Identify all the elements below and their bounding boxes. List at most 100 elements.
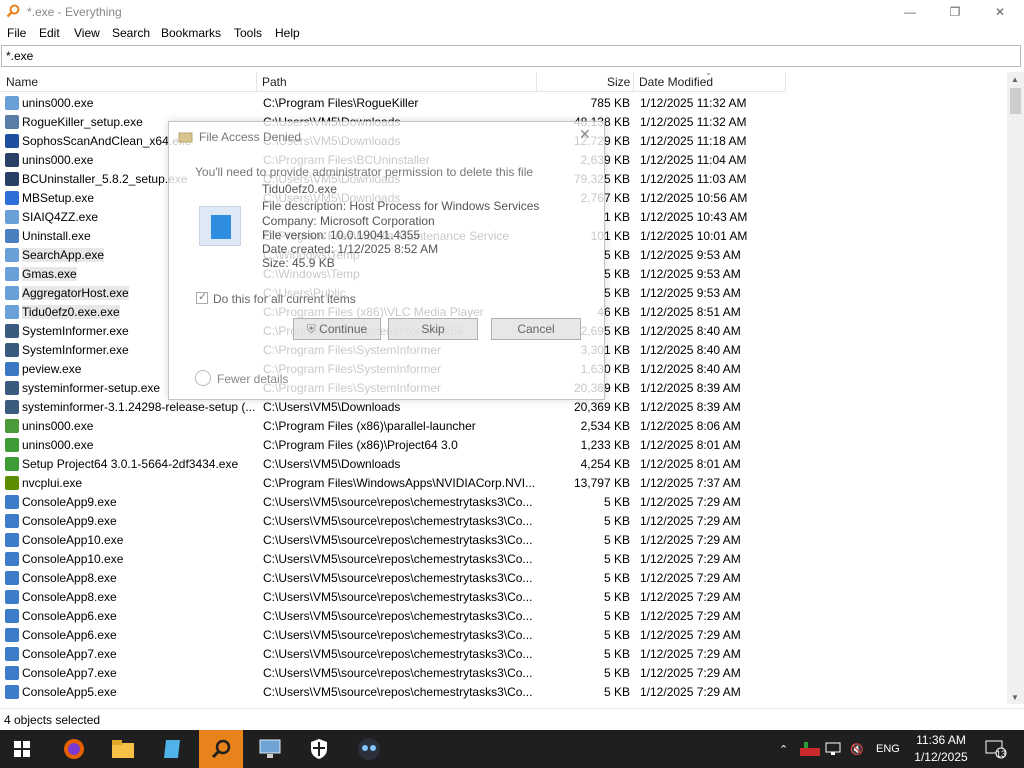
file-name-cell: Setup Project64 3.0.1-5664-2df3434.exe (22, 457, 256, 471)
title-bar: *.exe - Everything — ❐ ✕ (0, 0, 1024, 24)
file-name: unins000.exe (22, 438, 94, 452)
taskbar: ⌃ 🔇 ENG 11:36 AM 1/12/2025 13 (0, 730, 1024, 768)
file-path-cell: C:\Users\VM5\source\repos\chemestrytasks… (263, 666, 533, 680)
table-row[interactable]: ConsoleApp7.exe C:\Users\VM5\source\repos… (0, 645, 1007, 664)
file-explorer-icon[interactable] (101, 730, 145, 768)
table-row[interactable]: ConsoleApp7.exe C:\Users\VM5\source\repos… (0, 664, 1007, 683)
column-divider[interactable] (785, 72, 786, 92)
owl-app-icon[interactable] (347, 730, 391, 768)
menu-view[interactable]: View (74, 26, 100, 40)
date-modified-cell: 1/12/2025 10:43 AM (640, 210, 748, 224)
generic-exe-icon (5, 286, 19, 300)
console-app-icon (5, 590, 19, 604)
file-path-cell: C:\Users\VM5\source\repos\chemestrytasks… (263, 495, 533, 509)
clock[interactable]: 11:36 AM 1/12/2025 (906, 732, 976, 766)
column-divider[interactable] (633, 72, 634, 92)
firefox-icon[interactable] (52, 730, 96, 768)
column-date-header[interactable]: Date Modified (639, 75, 713, 89)
date-modified-cell: 1/12/2025 7:29 AM (640, 552, 741, 566)
date-modified-cell: 1/12/2025 7:29 AM (640, 571, 741, 585)
generic-exe-icon (5, 305, 19, 319)
table-row[interactable]: ConsoleApp10.exe C:\Users\VM5\source\repo… (0, 550, 1007, 569)
everything-search-icon[interactable] (199, 730, 243, 768)
table-row[interactable]: unins000.exe C:\Program Files (x86)\paral… (0, 417, 1007, 436)
skip-button[interactable]: Skip (388, 318, 478, 340)
date-modified-cell: 1/12/2025 7:29 AM (640, 628, 741, 642)
menu-edit[interactable]: Edit (39, 26, 60, 40)
date-modified-cell: 1/12/2025 11:32 AM (640, 115, 747, 129)
table-row[interactable]: ConsoleApp9.exe C:\Users\VM5\source\repos… (0, 493, 1007, 512)
file-path-cell: C:\Program Files\RogueKiller (263, 96, 419, 110)
table-row[interactable]: ConsoleApp9.exe C:\Users\VM5\source\repos… (0, 512, 1007, 531)
volume-muted-icon[interactable]: 🔇 (850, 730, 864, 768)
search-input[interactable] (1, 45, 1021, 67)
column-divider[interactable] (256, 72, 257, 92)
scrollbar-thumb[interactable] (1010, 88, 1021, 114)
date-modified-cell: 1/12/2025 7:29 AM (640, 647, 741, 661)
date-modified-cell: 1/12/2025 7:29 AM (640, 609, 741, 623)
close-button[interactable]: ✕ (977, 0, 1023, 24)
menu-help[interactable]: Help (275, 26, 300, 40)
table-row[interactable]: ConsoleApp10.exe C:\Users\VM5\source\repo… (0, 531, 1007, 550)
file-size-cell: 5 KB (603, 628, 630, 642)
file-name: systeminformer-setup.exe (22, 381, 161, 395)
table-row[interactable]: ConsoleApp6.exe C:\Users\VM5\source\repos… (0, 626, 1007, 645)
windows-start-icon[interactable] (0, 730, 44, 768)
continue-button[interactable]: ⛨ Continue (293, 318, 381, 340)
shield-icon: ⛨ (306, 322, 316, 336)
chevron-up-icon[interactable] (195, 370, 211, 386)
table-row[interactable]: ConsoleApp8.exe C:\Users\VM5\source\repos… (0, 588, 1007, 607)
date-modified-cell: 1/12/2025 8:01 AM (640, 438, 741, 452)
dialog-close-icon[interactable]: ✕ (579, 126, 591, 143)
date-modified-cell: 1/12/2025 9:53 AM (640, 267, 741, 281)
column-name-header[interactable]: Name (6, 75, 38, 89)
menu-search[interactable]: Search (112, 26, 150, 40)
vertical-scrollbar[interactable]: ▲ ▼ (1007, 72, 1024, 704)
file-path-cell: C:\Users\VM5\Downloads (263, 457, 401, 471)
date-modified-cell: 1/12/2025 11:32 AM (640, 96, 747, 110)
menu-bookmarks[interactable]: Bookmarks (161, 26, 221, 40)
table-row[interactable]: ConsoleApp5.exe C:\Users\VM5\source\repos… (0, 683, 1007, 701)
scroll-down-icon[interactable]: ▼ (1011, 693, 1019, 702)
console-app-icon (5, 666, 19, 680)
table-row[interactable]: systeminformer-3.1.24298-release-setup (… (0, 398, 1007, 417)
file-name: SystemInformer.exe (22, 324, 129, 338)
column-size-header[interactable]: Size (607, 75, 630, 89)
date-modified-cell: 1/12/2025 7:29 AM (640, 514, 741, 528)
cancel-button[interactable]: Cancel (491, 318, 581, 340)
menu-file[interactable]: File (7, 26, 26, 40)
file-size-cell: 5 KB (603, 609, 630, 623)
menu-bar: File Edit View Search Bookmarks Tools He… (0, 24, 1024, 44)
tray-chevron-icon[interactable]: ⌃ (779, 730, 788, 768)
file-name: nvcplui.exe (22, 476, 83, 490)
table-row[interactable]: nvcplui.exe C:\Program Files\WindowsApps\… (0, 474, 1007, 493)
tray-app-icon[interactable] (800, 730, 820, 768)
network-icon[interactable] (825, 730, 841, 768)
table-row[interactable]: unins000.exe C:\Program Files (x86)\Proje… (0, 436, 1007, 455)
file-name: AggregatorHost.exe (22, 286, 129, 300)
network-monitor-icon[interactable] (248, 730, 292, 768)
file-name: ConsoleApp5.exe (22, 685, 117, 699)
notification-center-icon[interactable]: 13 (985, 730, 1007, 768)
minimize-button[interactable]: — (887, 0, 933, 24)
date-modified-cell: 1/12/2025 7:29 AM (640, 685, 741, 699)
column-path-header[interactable]: Path (262, 75, 287, 89)
fewer-details-link[interactable]: Fewer details (217, 372, 288, 386)
date-modified-cell: 1/12/2025 8:40 AM (640, 343, 741, 357)
table-row[interactable]: ConsoleApp8.exe C:\Users\VM5\source\repos… (0, 569, 1007, 588)
column-divider[interactable] (536, 72, 537, 92)
menu-tools[interactable]: Tools (234, 26, 262, 40)
table-row[interactable]: ConsoleApp6.exe C:\Users\VM5\source\repos… (0, 607, 1007, 626)
scroll-up-icon[interactable]: ▲ (1011, 75, 1019, 84)
all-items-checkbox[interactable] (196, 290, 208, 304)
file-path-cell: C:\Program Files (x86)\Project64 3.0 (263, 438, 458, 452)
table-row[interactable]: unins000.exe C:\Program Files\RogueKiller… (0, 94, 1007, 113)
security-shield-icon[interactable] (297, 730, 341, 768)
file-path-cell: C:\Users\VM5\Downloads (263, 400, 401, 414)
table-row[interactable]: Setup Project64 3.0.1-5664-2df3434.exe C:… (0, 455, 1007, 474)
language-indicator[interactable]: ENG (876, 730, 900, 768)
maximize-button[interactable]: ❐ (932, 0, 978, 24)
notepad-icon[interactable] (150, 730, 194, 768)
generic-exe-icon (5, 267, 19, 281)
file-name: Uninstall.exe (22, 229, 91, 243)
